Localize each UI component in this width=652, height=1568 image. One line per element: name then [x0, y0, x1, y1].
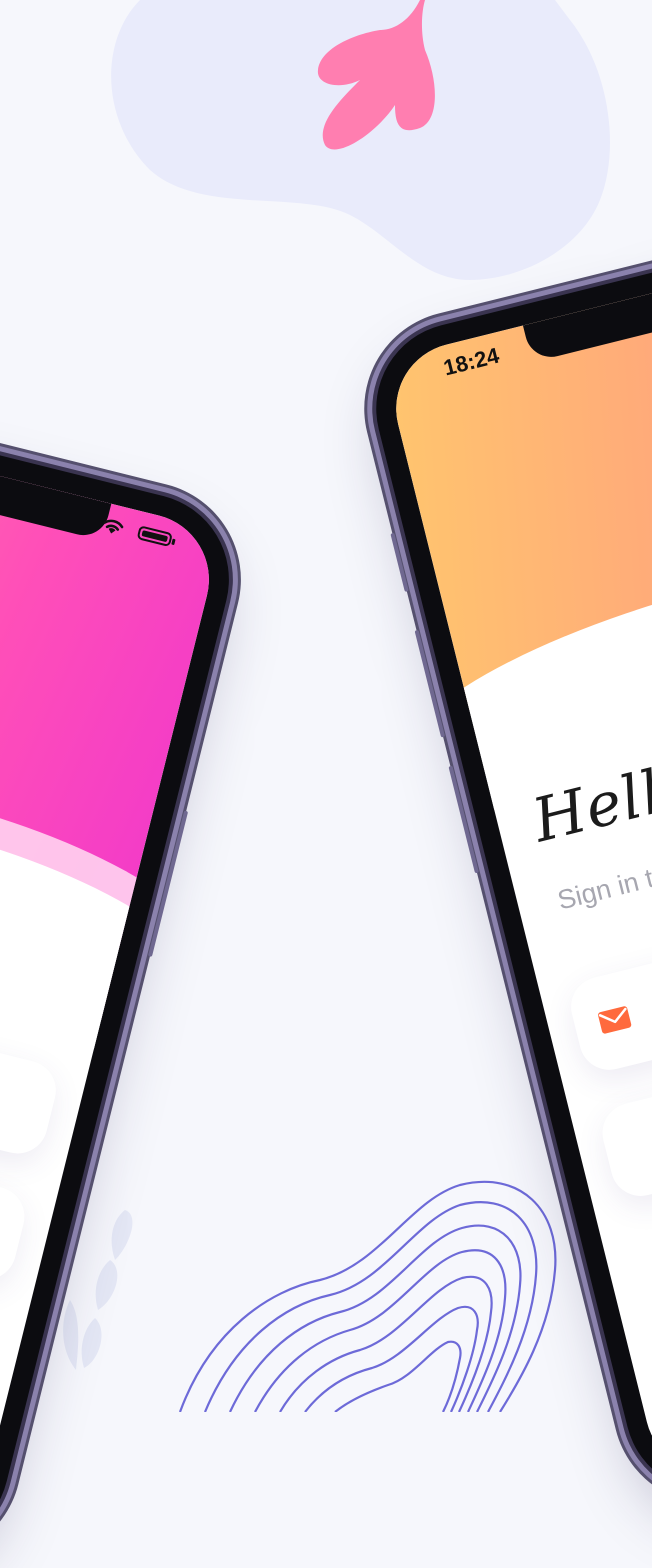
signin-subtitle: Sign in t — [554, 862, 652, 916]
mail-icon — [598, 1006, 632, 1034]
eye-slash-icon[interactable] — [0, 1213, 2, 1244]
